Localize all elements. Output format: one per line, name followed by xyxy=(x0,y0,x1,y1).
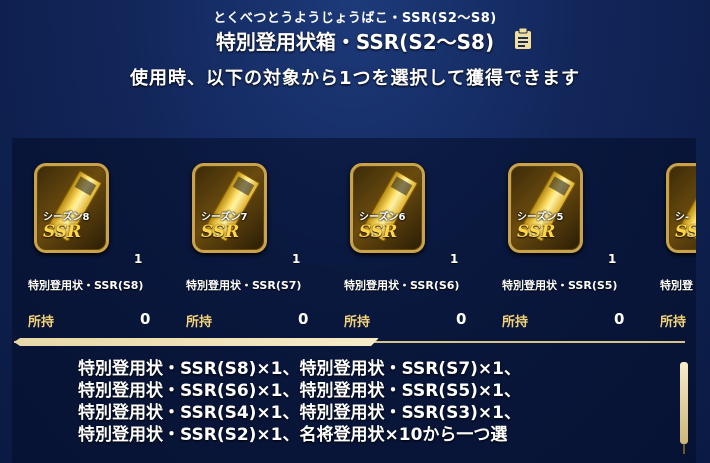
page-title: 特別登用状箱・SSR(S2〜S8) xyxy=(215,30,495,54)
owned-label: 所持 xyxy=(344,315,371,330)
rarity-badge: SSR xyxy=(517,222,556,242)
owned-count: 0 xyxy=(140,310,151,328)
rarity-badge: SSR xyxy=(675,222,696,242)
season-label: シーズン7 xyxy=(201,212,248,223)
item-carousel[interactable]: シーズン8 SSR 1 特別登用状・SSR(S8) 所持 0 シーズン7 SSR… xyxy=(12,155,696,340)
reward-description: 特別登用状・SSR(S8)×1、特別登用状・SSR(S7)×1、 特別登用状・S… xyxy=(78,358,668,446)
horizontal-scrollbar[interactable] xyxy=(14,338,685,346)
description-line: 特別登用状・SSR(S4)×1、特別登用状・SSR(S3)×1、 xyxy=(78,403,521,423)
owned-label: 所持 xyxy=(660,315,687,330)
item-thumbnail[interactable]: シーズン8 SSR xyxy=(34,163,109,253)
owned-count: 0 xyxy=(614,310,625,328)
item-name: 特別登用状・SSR(S6) xyxy=(344,279,460,292)
item-thumbnail[interactable]: シ- SSR xyxy=(666,163,696,253)
item-quantity: 1 xyxy=(608,252,617,266)
item-name: 特別登用状・SSR(S5) xyxy=(502,279,618,292)
vertical-scrollbar[interactable] xyxy=(680,362,688,454)
rarity-badge: SSR xyxy=(201,222,240,242)
description-line: 特別登用状・SSR(S6)×1、特別登用状・SSR(S5)×1、 xyxy=(78,381,521,401)
season-label: シーズン6 xyxy=(359,212,406,223)
item-name: 特別登用状・SSR(S7) xyxy=(186,279,302,292)
vertical-scroll-thumb[interactable] xyxy=(680,362,688,444)
item-quantity: 1 xyxy=(450,252,459,266)
description-line: 特別登用状・SSR(S8)×1、特別登用状・SSR(S7)×1、 xyxy=(78,359,521,379)
instruction-text: 使用時、以下の対象から1つを選択して獲得できます xyxy=(130,68,580,89)
item-card[interactable]: シーズン7 SSR 1 特別登用状・SSR(S7) 所持 0 xyxy=(170,155,320,340)
season-label: シーズン5 xyxy=(517,212,564,223)
season-label: シ- xyxy=(675,212,690,223)
owned-label: 所持 xyxy=(28,315,55,330)
description-line: 特別登用状・SSR(S2)×1、名将登用状×10から一つ選 xyxy=(78,425,508,445)
item-name: 特別登 xyxy=(660,279,693,292)
horizontal-scroll-thumb[interactable] xyxy=(14,338,379,346)
header: とくべつとうようじょうばこ・SSR(S2〜S8) 特別登用状箱・SSR(S2〜S… xyxy=(0,0,710,56)
owned-count: 0 xyxy=(456,310,467,328)
memo-icon[interactable] xyxy=(514,28,532,50)
item-card[interactable]: シ- SSR 特別登 所持 xyxy=(644,155,696,340)
rarity-badge: SSR xyxy=(43,222,82,242)
owned-label: 所持 xyxy=(186,315,213,330)
item-card[interactable]: シーズン5 SSR 1 特別登用状・SSR(S5) 所持 0 xyxy=(486,155,636,340)
season-label: シーズン8 xyxy=(43,212,90,223)
item-name: 特別登用状・SSR(S8) xyxy=(28,279,144,292)
item-thumbnail[interactable]: シーズン6 SSR xyxy=(350,163,425,253)
item-quantity: 1 xyxy=(134,252,143,266)
item-thumbnail[interactable]: シーズン5 SSR xyxy=(508,163,583,253)
title-ruby: とくべつとうようじょうばこ・SSR(S2〜S8) xyxy=(213,11,497,26)
item-card[interactable]: シーズン8 SSR 1 特別登用状・SSR(S8) 所持 0 xyxy=(12,155,162,340)
item-quantity: 1 xyxy=(292,252,301,266)
item-thumbnail[interactable]: シーズン7 SSR xyxy=(192,163,267,253)
owned-label: 所持 xyxy=(502,315,529,330)
item-card[interactable]: シーズン6 SSR 1 特別登用状・SSR(S6) 所持 0 xyxy=(328,155,478,340)
owned-count: 0 xyxy=(298,310,309,328)
rarity-badge: SSR xyxy=(359,222,398,242)
